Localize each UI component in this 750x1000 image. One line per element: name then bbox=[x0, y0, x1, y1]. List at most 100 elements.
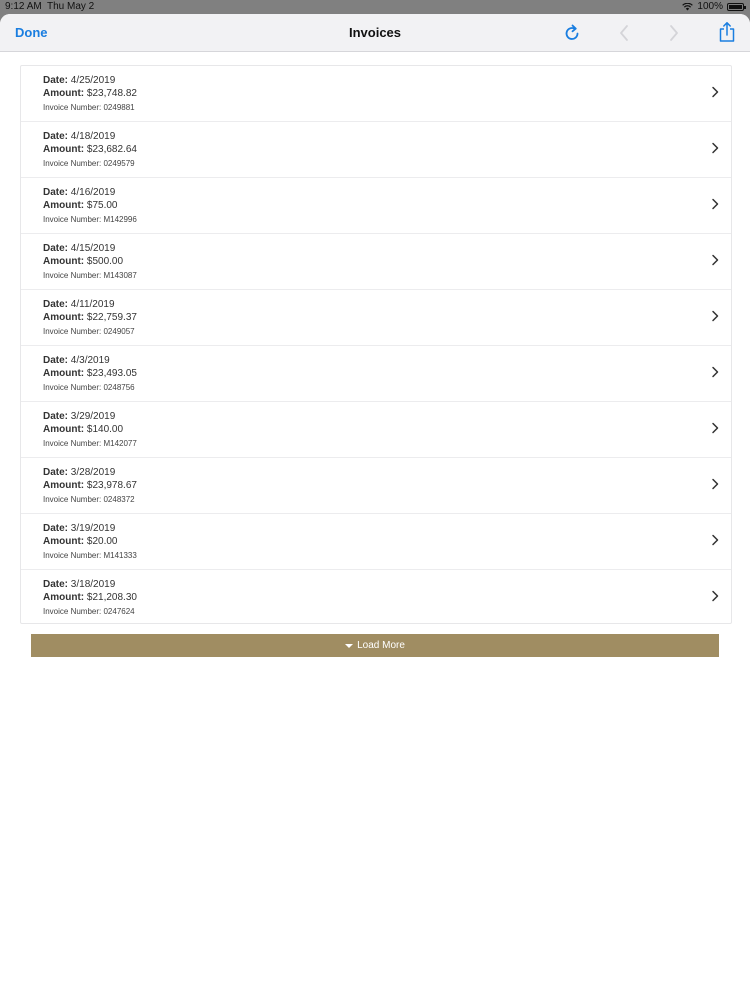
chevron-right-icon bbox=[712, 86, 719, 98]
invoice-amount: Amount: $23,978.67 bbox=[43, 480, 137, 491]
chevron-right-icon[interactable] bbox=[668, 23, 680, 43]
amount-label: Amount: bbox=[43, 368, 85, 379]
invoice-amount: Amount: $75.00 bbox=[43, 200, 117, 211]
date-label: Date: bbox=[43, 299, 69, 310]
chevron-right-icon bbox=[712, 590, 719, 602]
date-label: Date: bbox=[43, 75, 69, 86]
invoice-number: Invoice Number: M142996 bbox=[43, 215, 137, 224]
refresh-icon[interactable] bbox=[563, 23, 581, 43]
date-value: 4/25/2019 bbox=[70, 75, 116, 86]
amount-label: Amount: bbox=[43, 88, 85, 99]
invoice-date: Date: 3/18/2019 bbox=[43, 579, 115, 590]
invoice-row[interactable]: Date: 4/25/2019 Amount: $23,748.82 Invoi… bbox=[21, 66, 731, 122]
amount-label: Amount: bbox=[43, 480, 85, 491]
amount-value: $75.00 bbox=[86, 200, 118, 211]
date-value: 4/16/2019 bbox=[70, 187, 116, 198]
invoice-amount: Amount: $23,493.05 bbox=[43, 368, 137, 379]
invoice-date: Date: 4/16/2019 bbox=[43, 187, 115, 198]
date-value: 3/29/2019 bbox=[70, 411, 116, 422]
date-label: Date: bbox=[43, 467, 69, 478]
invoices-sheet: Done Invoices Date: 4/25/2019 Amount: $2… bbox=[0, 14, 750, 1000]
invoice-row[interactable]: Date: 3/29/2019 Amount: $140.00 Invoice … bbox=[21, 402, 731, 458]
wifi-icon bbox=[682, 2, 694, 10]
chevron-right-icon bbox=[712, 422, 719, 434]
invoice-date: Date: 4/25/2019 bbox=[43, 75, 115, 86]
invoice-amount: Amount: $20.00 bbox=[43, 536, 117, 547]
invoice-row[interactable]: Date: 4/16/2019 Amount: $75.00 Invoice N… bbox=[21, 178, 731, 234]
chevron-left-icon[interactable] bbox=[618, 23, 630, 43]
invoice-amount: Amount: $140.00 bbox=[43, 424, 123, 435]
invoice-date: Date: 4/15/2019 bbox=[43, 243, 115, 254]
invoice-row[interactable]: Date: 4/15/2019 Amount: $500.00 Invoice … bbox=[21, 234, 731, 290]
date-label: Date: bbox=[43, 523, 69, 534]
amount-value: $23,493.05 bbox=[86, 368, 137, 379]
amount-label: Amount: bbox=[43, 256, 85, 267]
invoice-row[interactable]: Date: 4/11/2019 Amount: $22,759.37 Invoi… bbox=[21, 290, 731, 346]
amount-value: $22,759.37 bbox=[86, 312, 137, 323]
amount-label: Amount: bbox=[43, 200, 85, 211]
navigation-bar: Done Invoices bbox=[0, 14, 750, 52]
invoice-row[interactable]: Date: 4/18/2019 Amount: $23,682.64 Invoi… bbox=[21, 122, 731, 178]
amount-label: Amount: bbox=[43, 536, 85, 547]
invoice-amount: Amount: $23,682.64 bbox=[43, 144, 137, 155]
invoice-row[interactable]: Date: 3/18/2019 Amount: $21,208.30 Invoi… bbox=[21, 570, 731, 623]
amount-value: $23,682.64 bbox=[86, 144, 137, 155]
invoice-date: Date: 4/18/2019 bbox=[43, 131, 115, 142]
invoice-row[interactable]: Date: 3/19/2019 Amount: $20.00 Invoice N… bbox=[21, 514, 731, 570]
load-more-button[interactable]: Load More bbox=[31, 634, 719, 657]
amount-label: Amount: bbox=[43, 144, 85, 155]
date-label: Date: bbox=[43, 131, 69, 142]
caret-down-icon bbox=[345, 643, 354, 648]
invoice-date: Date: 3/29/2019 bbox=[43, 411, 115, 422]
page-title: Invoices bbox=[348, 25, 402, 40]
invoice-row[interactable]: Date: 4/3/2019 Amount: $23,493.05 Invoic… bbox=[21, 346, 731, 402]
share-icon[interactable] bbox=[718, 21, 736, 43]
invoice-date: Date: 3/28/2019 bbox=[43, 467, 115, 478]
chevron-right-icon bbox=[712, 534, 719, 546]
invoice-number: Invoice Number: 0248372 bbox=[43, 495, 135, 504]
date-value: 4/11/2019 bbox=[70, 299, 115, 310]
amount-label: Amount: bbox=[43, 592, 85, 603]
amount-value: $21,208.30 bbox=[86, 592, 137, 603]
status-bar: 9:12 AM Thu May 2 100% bbox=[0, 0, 750, 14]
invoice-number: Invoice Number: M143087 bbox=[43, 271, 137, 280]
invoice-row[interactable]: Date: 3/28/2019 Amount: $23,978.67 Invoi… bbox=[21, 458, 731, 514]
invoice-date: Date: 3/19/2019 bbox=[43, 523, 115, 534]
invoice-date: Date: 4/11/2019 bbox=[43, 299, 115, 310]
amount-label: Amount: bbox=[43, 424, 85, 435]
date-value: 4/15/2019 bbox=[70, 243, 116, 254]
invoice-list: Date: 4/25/2019 Amount: $23,748.82 Invoi… bbox=[20, 65, 732, 624]
date-label: Date: bbox=[43, 187, 69, 198]
invoice-number: Invoice Number: M142077 bbox=[43, 439, 137, 448]
chevron-right-icon bbox=[712, 198, 719, 210]
date-value: 4/3/2019 bbox=[70, 355, 110, 366]
date-label: Date: bbox=[43, 411, 69, 422]
invoice-amount: Amount: $21,208.30 bbox=[43, 592, 137, 603]
amount-value: $23,748.82 bbox=[86, 88, 137, 99]
status-date: Thu May 2 bbox=[47, 1, 95, 12]
date-label: Date: bbox=[43, 355, 69, 366]
date-value: 3/18/2019 bbox=[70, 579, 116, 590]
amount-value: $140.00 bbox=[86, 424, 124, 435]
amount-value: $20.00 bbox=[86, 536, 118, 547]
chevron-right-icon bbox=[712, 366, 719, 378]
invoice-number: Invoice Number: 0249579 bbox=[43, 159, 135, 168]
invoice-number: Invoice Number: 0249057 bbox=[43, 327, 135, 336]
chevron-right-icon bbox=[712, 142, 719, 154]
status-right: 100% bbox=[682, 1, 746, 12]
load-more-label: Load More bbox=[357, 640, 405, 651]
invoice-amount: Amount: $23,748.82 bbox=[43, 88, 137, 99]
battery-icon bbox=[727, 2, 746, 11]
date-label: Date: bbox=[43, 243, 69, 254]
invoice-number: Invoice Number: 0248756 bbox=[43, 383, 135, 392]
date-value: 3/19/2019 bbox=[70, 523, 116, 534]
date-value: 4/18/2019 bbox=[70, 131, 116, 142]
chevron-right-icon bbox=[712, 478, 719, 490]
amount-value: $23,978.67 bbox=[86, 480, 137, 491]
chevron-right-icon bbox=[712, 310, 719, 322]
invoice-number: Invoice Number: M141333 bbox=[43, 551, 137, 560]
invoice-amount: Amount: $500.00 bbox=[43, 256, 123, 267]
invoice-amount: Amount: $22,759.37 bbox=[43, 312, 137, 323]
invoice-date: Date: 4/3/2019 bbox=[43, 355, 110, 366]
date-value: 3/28/2019 bbox=[70, 467, 116, 478]
